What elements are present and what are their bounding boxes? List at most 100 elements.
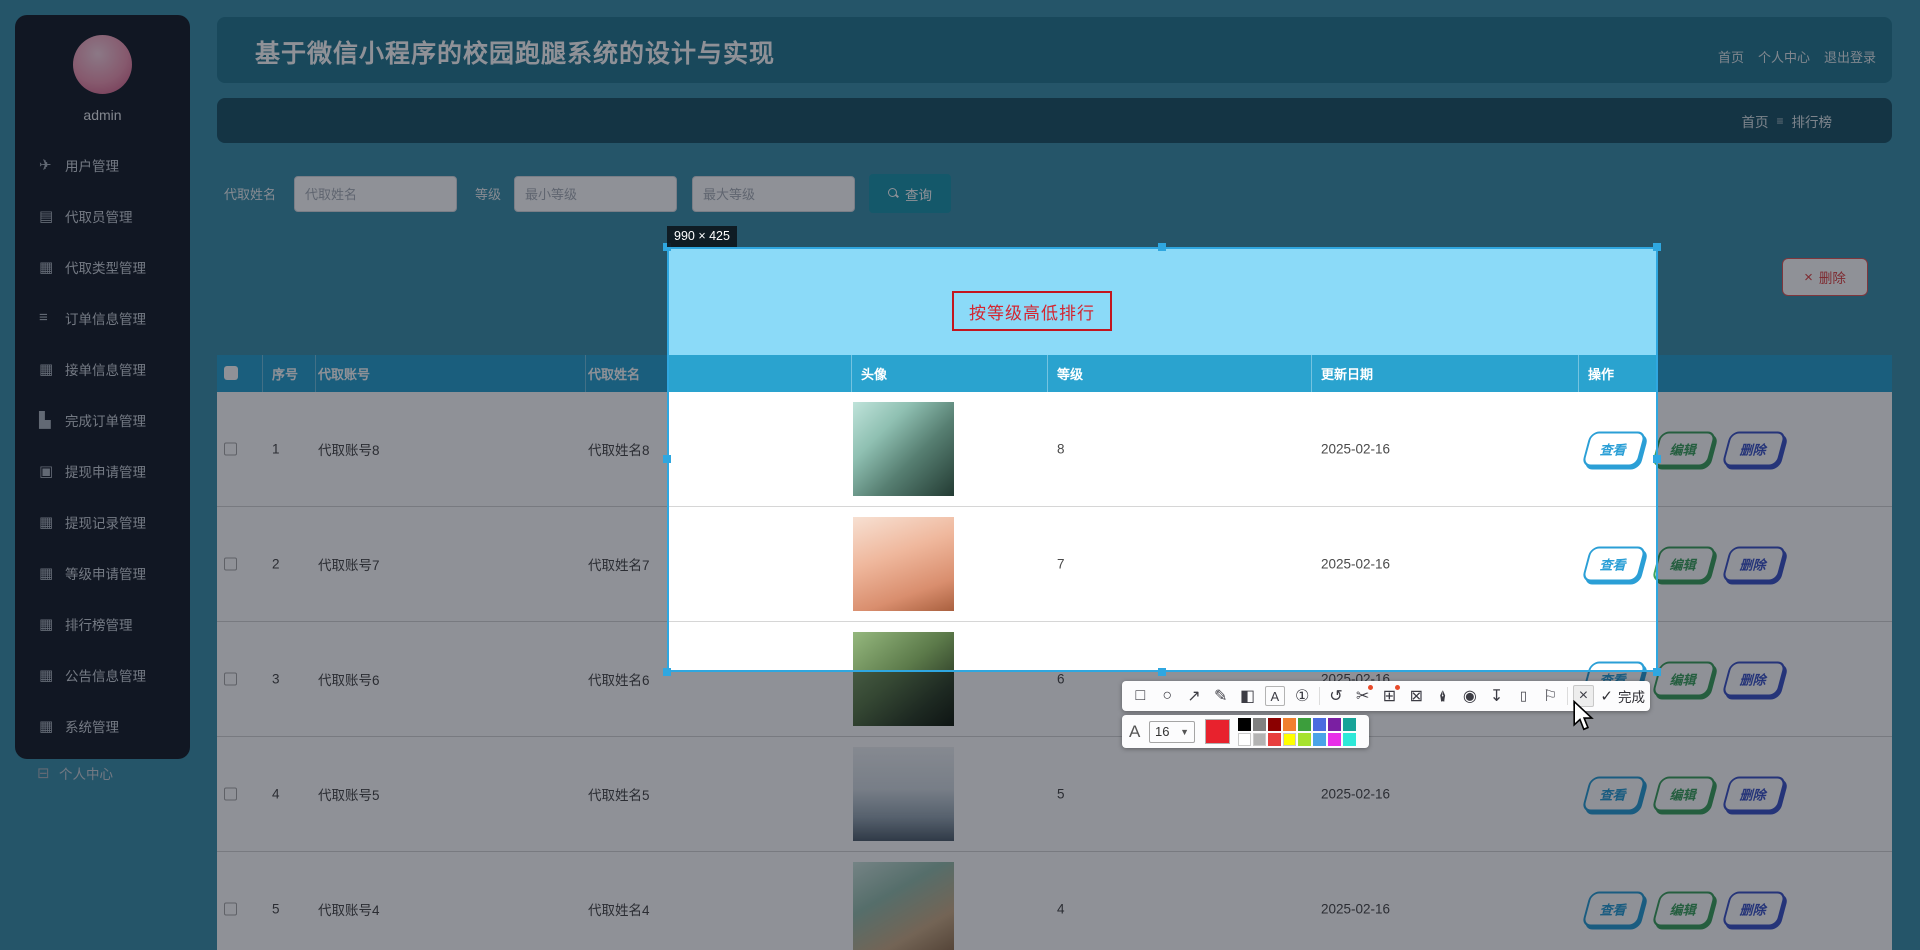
palette-color-ffffff[interactable] bbox=[1238, 732, 1251, 746]
record-icon[interactable]: ◉ bbox=[1456, 683, 1483, 709]
current-color-swatch[interactable] bbox=[1205, 719, 1230, 744]
sidebar-item-agent-manage[interactable]: ▤ 代取员管理 bbox=[15, 190, 190, 241]
table-header: 序号 代取账号 代取姓名 头像 等级 更新日期 操作 bbox=[217, 355, 1892, 392]
sidebar-item-accept-info-manage[interactable]: ▦ 接单信息管理 bbox=[15, 343, 190, 394]
palette-color-e82ee8[interactable] bbox=[1328, 732, 1341, 746]
breadcrumb-home[interactable]: 首页 bbox=[1741, 111, 1768, 131]
selection-handle-tr[interactable] bbox=[1653, 243, 1661, 251]
rect-tool-icon[interactable]: □ bbox=[1127, 683, 1154, 709]
delete-button[interactable]: 删除 bbox=[1721, 546, 1787, 582]
row-checkbox[interactable] bbox=[224, 787, 237, 801]
sidebar-item-level-apply-manage[interactable]: ▦ 等级申请管理 bbox=[15, 547, 190, 598]
annotation-text-box[interactable]: 按等级高低排行 bbox=[952, 291, 1112, 331]
breadcrumb-bar: 首页 ≡ 排行榜 bbox=[217, 98, 1892, 143]
text-tool-icon[interactable]: A bbox=[1264, 686, 1285, 706]
view-button[interactable]: 查看 bbox=[1581, 776, 1647, 812]
row-checkbox[interactable] bbox=[224, 672, 237, 686]
palette-color-8b0000[interactable] bbox=[1268, 717, 1281, 731]
font-size-select[interactable]: 16 ▼ bbox=[1149, 720, 1195, 743]
sidebar-item-user-manage[interactable]: ✈ 用户管理 bbox=[15, 139, 190, 190]
close-icon[interactable]: × bbox=[1572, 685, 1595, 707]
view-button[interactable]: 查看 bbox=[1581, 891, 1647, 927]
sidebar-item-finished-order-manage[interactable]: ▙ 完成订单管理 bbox=[15, 394, 190, 445]
min-level-input[interactable] bbox=[514, 176, 677, 212]
color-palette bbox=[1238, 717, 1356, 746]
edit-button[interactable]: 编辑 bbox=[1651, 431, 1717, 467]
avatar-image-portrait-photo-4 bbox=[853, 747, 954, 841]
mosaic-tool-icon[interactable]: ◧ bbox=[1234, 683, 1261, 709]
palette-color-a6e22e[interactable] bbox=[1298, 732, 1311, 746]
sidebar-item-withdraw-apply-manage[interactable]: ▣ 提现申请管理 bbox=[15, 445, 190, 496]
cell-name: 代取姓名5 bbox=[588, 788, 650, 803]
selection-handle-tc[interactable] bbox=[1158, 243, 1166, 251]
download-icon[interactable]: ↧ bbox=[1483, 683, 1510, 709]
palette-color-4a6be0[interactable] bbox=[1313, 717, 1326, 731]
sidebar-item-label: 接单信息管理 bbox=[65, 362, 146, 378]
translate-icon[interactable]: ⊞ bbox=[1376, 683, 1403, 709]
selection-handle-bl[interactable] bbox=[663, 668, 671, 676]
palette-color-e83e3e[interactable] bbox=[1268, 732, 1281, 746]
check-icon: ✓ bbox=[1600, 688, 1613, 705]
select-all-checkbox[interactable] bbox=[224, 366, 238, 380]
selection-handle-bc[interactable] bbox=[1158, 668, 1166, 676]
view-button[interactable]: 查看 bbox=[1581, 431, 1647, 467]
edit-button[interactable]: 编辑 bbox=[1651, 661, 1717, 697]
row-checkbox[interactable] bbox=[224, 902, 237, 916]
palette-color-f07f2f[interactable] bbox=[1283, 717, 1296, 731]
palette-color-4aa3e8[interactable] bbox=[1313, 732, 1326, 746]
pin-icon[interactable]: ✒ bbox=[1430, 683, 1456, 710]
sidebar-item-pickup-type-manage[interactable]: ▦ 代取类型管理 bbox=[15, 241, 190, 292]
delete-button[interactable]: 删除 bbox=[1721, 661, 1787, 697]
link-logout[interactable]: 退出登录 bbox=[1824, 47, 1876, 66]
palette-color-000000[interactable] bbox=[1238, 717, 1251, 731]
sidebar-item-profile-center[interactable]: ⊟ 个人中心 bbox=[37, 763, 113, 783]
palette-color-3c9e3c[interactable] bbox=[1298, 717, 1311, 731]
search-form: 代取姓名 等级 查询 bbox=[217, 174, 1892, 214]
pen-tool-icon[interactable]: ✎ bbox=[1207, 683, 1234, 709]
step-number-tool-icon[interactable]: ① bbox=[1289, 683, 1316, 709]
palette-color-7a1fa2[interactable] bbox=[1328, 717, 1341, 731]
extract-text-icon[interactable]: ⊠ bbox=[1403, 683, 1430, 709]
palette-color-2ee8d8[interactable] bbox=[1343, 732, 1356, 746]
bookmark-icon[interactable]: ⚐ bbox=[1537, 683, 1564, 709]
row-checkbox[interactable] bbox=[224, 557, 237, 571]
sidebar-item-withdraw-record-manage[interactable]: ▦ 提现记录管理 bbox=[15, 496, 190, 547]
batch-delete-button[interactable]: × 删除 bbox=[1782, 258, 1868, 296]
sidebar-item-order-info-manage[interactable]: ≡ 订单信息管理 bbox=[15, 292, 190, 343]
view-button[interactable]: 查看 bbox=[1581, 546, 1647, 582]
palette-color-b3b3b3[interactable] bbox=[1253, 732, 1266, 746]
max-level-input[interactable] bbox=[692, 176, 855, 212]
scissors-ocr-icon[interactable]: ✂ bbox=[1349, 683, 1376, 709]
selection-highlight-band bbox=[669, 249, 1656, 355]
selection-handle-br[interactable] bbox=[1653, 668, 1661, 676]
arrow-tool-icon[interactable]: ↗ bbox=[1181, 683, 1208, 709]
sidebar-item-ranking-manage[interactable]: ▦ 排行榜管理 bbox=[15, 598, 190, 649]
sidebar-item-system-manage[interactable]: ▦ 系统管理 bbox=[15, 700, 190, 751]
palette-color-808080[interactable] bbox=[1253, 717, 1266, 731]
delete-button[interactable]: 删除 bbox=[1721, 776, 1787, 812]
palette-color-17a398[interactable] bbox=[1343, 717, 1356, 731]
edit-button[interactable]: 编辑 bbox=[1651, 546, 1717, 582]
undo-icon[interactable]: ↺ bbox=[1323, 683, 1350, 709]
selection-handle-mr[interactable] bbox=[1653, 455, 1661, 463]
link-profile[interactable]: 个人中心 bbox=[1758, 47, 1810, 66]
cell-account: 代取账号8 bbox=[318, 443, 380, 458]
col-date: 更新日期 bbox=[1321, 367, 1374, 382]
link-home[interactable]: 首页 bbox=[1718, 47, 1744, 66]
selection-handle-ml[interactable] bbox=[663, 455, 671, 463]
delete-button[interactable]: 删除 bbox=[1721, 891, 1787, 927]
sidebar-item-notice-manage[interactable]: ▦ 公告信息管理 bbox=[15, 649, 190, 700]
palette-color-ffff00[interactable] bbox=[1283, 732, 1296, 746]
cell-account: 代取账号4 bbox=[318, 903, 380, 918]
query-button[interactable]: 查询 bbox=[869, 174, 951, 213]
delete-button[interactable]: 删除 bbox=[1721, 431, 1787, 467]
edit-button[interactable]: 编辑 bbox=[1651, 776, 1717, 812]
name-input[interactable] bbox=[294, 176, 457, 212]
breadcrumb-separator-icon: ≡ bbox=[1776, 113, 1784, 128]
ellipse-tool-icon[interactable]: ○ bbox=[1154, 683, 1181, 709]
done-button[interactable]: ✓ 完成 bbox=[1600, 686, 1645, 706]
row-actions: 查看 编辑 删除 bbox=[1581, 891, 1787, 927]
phone-icon[interactable]: ▯ bbox=[1510, 683, 1537, 709]
edit-button[interactable]: 编辑 bbox=[1651, 891, 1717, 927]
row-checkbox[interactable] bbox=[224, 442, 237, 456]
